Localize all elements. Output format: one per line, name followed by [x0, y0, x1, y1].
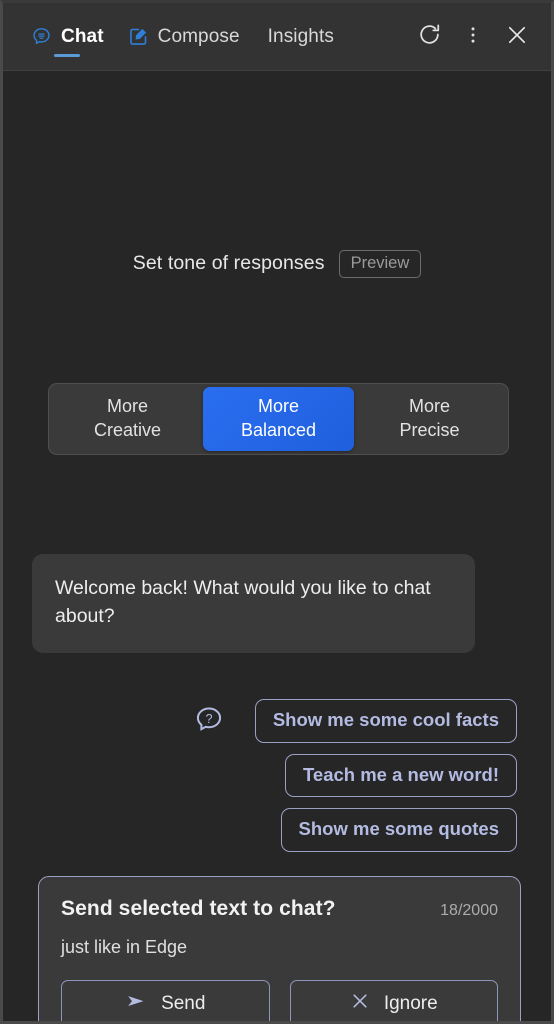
card-header-row: Send selected text to chat? 18/2000: [61, 897, 498, 921]
close-icon: [505, 23, 529, 52]
tone-selector-group: More Creative More Balanced More Precise: [48, 383, 509, 455]
ignore-button-label: Ignore: [383, 993, 438, 1014]
more-options-button[interactable]: [453, 17, 493, 57]
ignore-button[interactable]: Ignore: [289, 980, 498, 1021]
tab-chat[interactable]: Chat: [19, 3, 116, 71]
suggestion-chip[interactable]: Show me some quotes: [280, 808, 517, 852]
close-button[interactable]: [497, 17, 537, 57]
send-selected-text-card: Send selected text to chat? 18/2000 just…: [38, 876, 521, 1021]
tone-option-more-creative[interactable]: More Creative: [52, 387, 203, 451]
selected-text-preview: just like in Edge: [61, 937, 188, 957]
compose-pencil-icon: [128, 26, 149, 47]
tone-option-line2: Creative: [93, 420, 162, 440]
close-x-icon: [350, 991, 370, 1017]
character-counter: 18/2000: [440, 902, 498, 919]
send-arrow-icon: [125, 991, 147, 1017]
suggestion-chip[interactable]: Teach me a new word!: [284, 753, 517, 797]
tab-active-indicator: [54, 53, 81, 57]
tone-option-more-precise[interactable]: More Precise: [354, 387, 505, 451]
suggestion-chip[interactable]: Show me some cool facts: [254, 699, 517, 743]
card-title: Send selected text to chat?: [61, 897, 336, 920]
tone-option-line1: More: [408, 396, 450, 417]
refresh-icon: [417, 22, 442, 52]
chat-body: Set tone of responses Preview More Creat…: [3, 71, 551, 1021]
copilot-chat-window: Chat Compose Insights Set tone of respon…: [0, 0, 554, 1024]
send-button-label: Send: [161, 993, 206, 1014]
tone-option-line1: More: [106, 396, 148, 417]
card-actions-row: Send Ignore: [61, 980, 498, 1021]
assistant-message-text: Welcome back! What would you like to cha…: [55, 577, 431, 627]
assistant-message-bubble: Welcome back! What would you like to cha…: [32, 554, 475, 654]
tab-insights-label: Insights: [267, 25, 334, 47]
window-header: Chat Compose Insights: [3, 3, 551, 71]
tone-title: Set tone of responses: [132, 252, 325, 275]
tone-header-row: Set tone of responses Preview: [3, 250, 551, 278]
more-options-icon: [462, 24, 484, 51]
tab-compose[interactable]: Compose: [116, 3, 252, 71]
send-button[interactable]: Send: [61, 980, 270, 1021]
suggestion-chip-list: Show me some cool facts Teach me a new w…: [177, 699, 517, 852]
tab-insights[interactable]: Insights: [252, 3, 350, 71]
tone-option-line2: Precise: [399, 420, 460, 440]
tone-option-line2: Balanced: [240, 420, 317, 440]
header-actions: [409, 3, 537, 71]
tab-compose-label: Compose: [157, 25, 240, 47]
refresh-button[interactable]: [409, 17, 449, 57]
preview-badge: Preview: [338, 250, 422, 278]
tone-option-more-balanced[interactable]: More Balanced: [203, 387, 354, 451]
chat-bubble-icon: [31, 26, 52, 47]
tone-option-line1: More: [257, 396, 299, 417]
tab-chat-label: Chat: [61, 25, 104, 47]
